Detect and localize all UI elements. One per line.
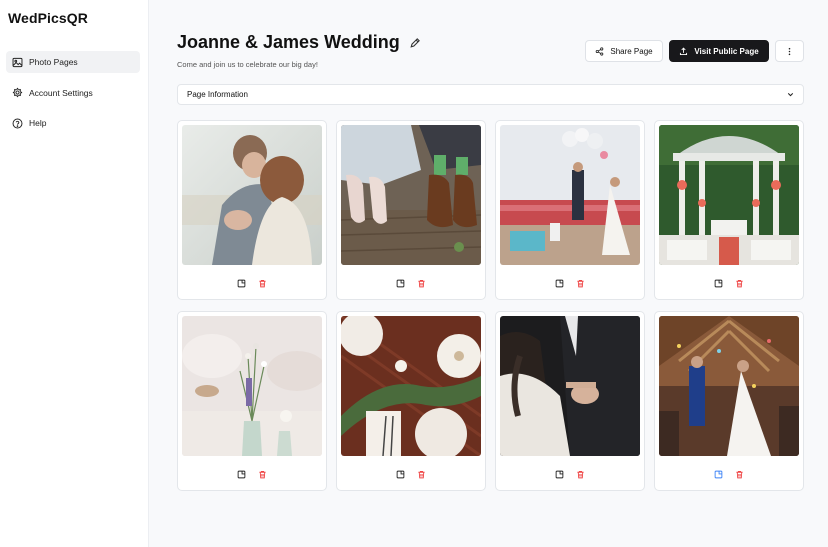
open-icon[interactable]: [714, 279, 723, 288]
sidebar-item-label: Photo Pages: [29, 57, 78, 67]
visit-public-page-button[interactable]: Visit Public Page: [669, 40, 769, 62]
photo-card-actions: [496, 470, 644, 479]
share-page-button[interactable]: Share Page: [585, 40, 663, 62]
photo-card: [654, 311, 804, 491]
photo-shoes-on-wood[interactable]: [341, 125, 481, 265]
photo-card-actions: [655, 470, 803, 479]
page-title: Joanne & James Wedding: [177, 32, 400, 52]
photo-card: [654, 120, 804, 300]
photo-card-actions: [178, 470, 326, 479]
photo-garden-gazebo[interactable]: [659, 125, 799, 265]
photo-card-actions: [496, 279, 644, 288]
photo-balloons-ceremony[interactable]: [500, 125, 640, 265]
trash-icon[interactable]: [576, 279, 585, 288]
photo-couple-dance[interactable]: [500, 316, 640, 456]
more-options-button[interactable]: [775, 40, 804, 62]
trash-icon[interactable]: [417, 279, 426, 288]
share-icon: [596, 46, 604, 56]
upload-icon: [680, 46, 688, 55]
photo-couple-embrace[interactable]: [182, 125, 322, 265]
page-information-accordion[interactable]: Page Information: [177, 84, 804, 105]
sidebar-item-label: Account Settings: [29, 87, 93, 98]
photo-dinner-table-top[interactable]: [341, 316, 481, 456]
photo-card: [495, 120, 645, 300]
visit-public-page-label: Visit Public Page: [694, 46, 759, 56]
trash-icon[interactable]: [735, 470, 744, 479]
photo-card-actions: [337, 279, 485, 288]
main-content: Joanne & James Wedding Come and join us …: [150, 0, 828, 547]
trash-icon[interactable]: [258, 470, 267, 479]
sidebar-item-help[interactable]: Help: [6, 112, 140, 134]
image-icon: [12, 57, 23, 67]
trash-icon[interactable]: [735, 279, 744, 288]
open-icon[interactable]: [396, 470, 405, 479]
sidebar: WedPicsQR Photo Pages Account Settings H…: [0, 0, 149, 547]
sidebar-item-photo-pages[interactable]: Photo Pages: [6, 51, 140, 73]
trash-icon[interactable]: [417, 470, 426, 479]
photo-card-actions: [178, 279, 326, 288]
open-icon[interactable]: [396, 279, 405, 288]
open-icon[interactable]: [555, 279, 564, 288]
photo-card: [177, 311, 327, 491]
chevron-down-icon: [787, 93, 794, 97]
open-icon[interactable]: [555, 470, 564, 479]
open-icon[interactable]: [237, 279, 246, 288]
pencil-icon[interactable]: [409, 37, 421, 49]
open-icon[interactable]: [714, 470, 723, 479]
trash-icon[interactable]: [258, 279, 267, 288]
photo-card: [177, 120, 327, 300]
brand-logo[interactable]: WedPicsQR: [8, 10, 88, 26]
photo-card-actions: [337, 470, 485, 479]
photo-table-flowers[interactable]: [182, 316, 322, 456]
photo-grid: [177, 120, 805, 491]
sidebar-item-label: Help: [29, 118, 47, 128]
photo-confetti-exit[interactable]: [659, 316, 799, 456]
trash-icon[interactable]: [576, 470, 585, 479]
title-row: Joanne & James Wedding: [177, 32, 421, 53]
header-actions: Share Page Visit Public Page: [585, 40, 804, 62]
accordion-label: Page Information: [187, 90, 248, 99]
gear-icon: [12, 87, 23, 98]
open-icon[interactable]: [237, 470, 246, 479]
sidebar-item-account-settings[interactable]: Account Settings: [6, 82, 140, 104]
photo-card: [336, 311, 486, 491]
help-circle-icon: [12, 118, 23, 128]
more-vertical-icon: [788, 47, 791, 55]
sidebar-nav: Photo Pages Account Settings Help: [6, 51, 140, 143]
photo-card: [336, 120, 486, 300]
share-page-label: Share Page: [610, 46, 653, 56]
page-subtitle: Come and join us to celebrate our big da…: [177, 60, 318, 69]
photo-card-actions: [655, 279, 803, 288]
photo-card: [495, 311, 645, 491]
